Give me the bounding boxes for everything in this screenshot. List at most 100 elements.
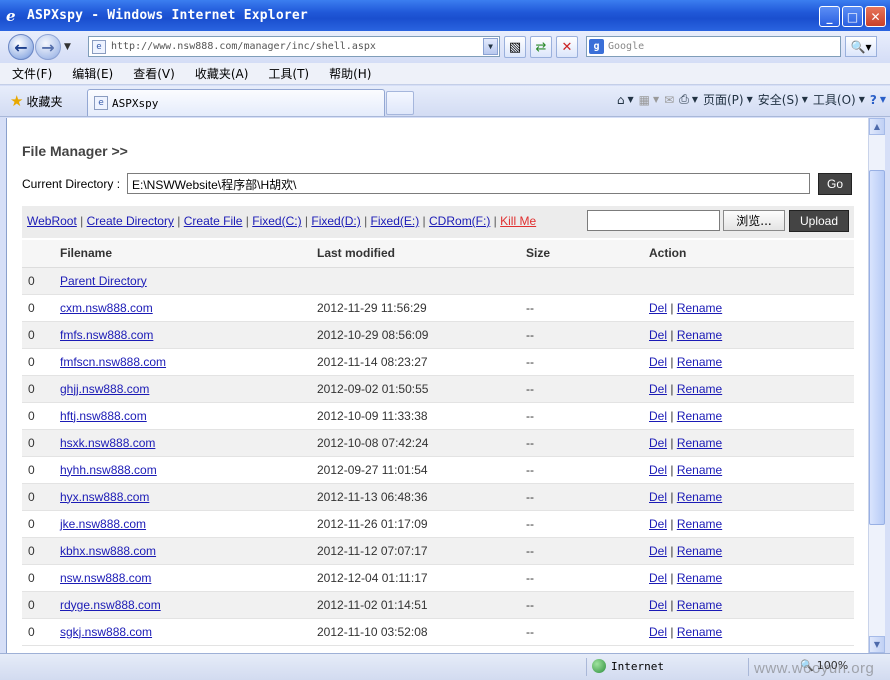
compatibility-icon[interactable]: ▧ (504, 36, 526, 58)
table-row: 0 fmfs.nsw888.com 2012-10-29 08:56:09 -- Del… (22, 321, 854, 349)
rename-link[interactable]: Rename (677, 382, 722, 396)
tab-aspxspy[interactable]: e ASPXspy (87, 89, 385, 116)
safety-menu[interactable]: 安全(S) ▼ (758, 91, 808, 108)
menu-edit[interactable]: 编辑(E) (72, 65, 113, 82)
filename-link[interactable]: hftj.nsw888.com (60, 409, 147, 423)
rename-link[interactable]: Rename (677, 598, 722, 612)
delete-link[interactable]: Del (649, 517, 667, 531)
file-table: Filename Last modified Size Action 0 Par… (22, 240, 854, 646)
page-menu[interactable]: 页面(P) ▼ (703, 91, 753, 108)
address-url[interactable]: http://www.nsw888.com/manager/inc/shell.… (111, 41, 376, 52)
filename-link[interactable]: fmfscn.nsw888.com (60, 355, 166, 369)
delete-link[interactable]: Del (649, 382, 667, 396)
filename-link[interactable]: rdyge.nsw888.com (60, 598, 161, 612)
delete-link[interactable]: Del (649, 490, 667, 504)
back-button[interactable]: ← (8, 34, 34, 60)
filename-link[interactable]: nsw.nsw888.com (60, 571, 151, 585)
delete-link[interactable]: Del (649, 355, 667, 369)
rename-link[interactable]: Rename (677, 409, 722, 423)
action-cell: Del | Rename (649, 483, 854, 511)
scroll-up-icon[interactable]: ▲ (869, 118, 885, 135)
menu-favorites[interactable]: 收藏夹(A) (195, 65, 249, 82)
filename-link[interactable]: kbhx.nsw888.com (60, 544, 156, 558)
delete-link[interactable]: Del (649, 409, 667, 423)
create-directory-link[interactable]: Create Directory (87, 214, 174, 228)
favorites-button[interactable]: ★ 收藏夹 (10, 92, 62, 110)
security-zone[interactable]: Internet (592, 659, 664, 673)
rename-link[interactable]: Rename (677, 571, 722, 585)
stop-icon[interactable]: ✕ (556, 36, 578, 58)
menu-file[interactable]: 文件(F) (12, 65, 52, 82)
scroll-down-icon[interactable]: ▼ (869, 636, 885, 653)
print-button[interactable]: ⎙ ▼ (679, 92, 698, 107)
upload-file-input[interactable] (587, 210, 720, 231)
help-button[interactable]: ? ▼ (870, 93, 886, 107)
close-button[interactable]: ✕ (865, 6, 886, 27)
filename-link[interactable]: hsxk.nsw888.com (60, 436, 155, 450)
address-dropdown-icon[interactable]: ▼ (483, 38, 498, 55)
filename-cell: ghjj.nsw888.com (60, 375, 317, 403)
forward-button[interactable]: → (35, 34, 61, 60)
action-cell: Del | Rename (649, 375, 854, 403)
size-cell: -- (526, 321, 649, 349)
vertical-scrollbar[interactable]: ▲ ▼ (868, 118, 885, 653)
rename-link[interactable]: Rename (677, 355, 722, 369)
rename-link[interactable]: Rename (677, 544, 722, 558)
page-content: File Manager >> Current Directory : E:\N… (6, 118, 868, 653)
rename-link[interactable]: Rename (677, 301, 722, 315)
menu-view[interactable]: 查看(V) (133, 65, 175, 82)
filename-cell: sgkj.nsw888.com (60, 618, 317, 646)
command-bar: ⌂ ▼ ▦ ▼ ✉ ⎙ ▼ 页面(P) ▼ 安全(S) ▼ 工具(O) ▼ ? ▼ (617, 91, 886, 108)
search-input[interactable]: g Google (586, 36, 841, 57)
rename-link[interactable]: Rename (677, 463, 722, 477)
menu-tools[interactable]: 工具(T) (268, 65, 309, 82)
rename-link[interactable]: Rename (677, 490, 722, 504)
current-directory-input[interactable]: E:\NSWWebsite\程序部\H胡欢\ (127, 173, 810, 194)
home-button[interactable]: ⌂ ▼ (617, 93, 634, 107)
menu-help[interactable]: 帮助(H) (329, 65, 371, 82)
fixed-d-link[interactable]: Fixed(D:) (311, 214, 360, 228)
maximize-button[interactable]: □ (842, 6, 863, 27)
delete-link[interactable]: Del (649, 544, 667, 558)
search-button[interactable]: 🔍▾ (845, 36, 877, 57)
filename-link[interactable]: ghjj.nsw888.com (60, 382, 149, 396)
go-button[interactable]: Go (818, 173, 852, 195)
row-number: 0 (22, 564, 60, 592)
feeds-button[interactable]: ▦ ▼ (639, 93, 660, 107)
delete-link[interactable]: Del (649, 436, 667, 450)
rename-link[interactable]: Rename (677, 328, 722, 342)
filename-link[interactable]: sgkj.nsw888.com (60, 625, 152, 639)
address-bar[interactable]: e http://www.nsw888.com/manager/inc/shel… (88, 36, 500, 57)
webroot-link[interactable]: WebRoot (27, 214, 77, 228)
scroll-thumb[interactable] (869, 170, 885, 525)
filename-link[interactable]: cxm.nsw888.com (60, 301, 153, 315)
history-dropdown-icon[interactable]: ▼ (64, 42, 71, 52)
filename-link[interactable]: jke.nsw888.com (60, 517, 146, 531)
rename-link[interactable]: Rename (677, 625, 722, 639)
minimize-button[interactable]: _ (819, 6, 840, 27)
cdrom-link[interactable]: CDRom(F:) (429, 214, 490, 228)
delete-link[interactable]: Del (649, 598, 667, 612)
refresh-icon[interactable]: ⇄ (530, 36, 552, 58)
rename-link[interactable]: Rename (677, 436, 722, 450)
filename-link[interactable]: hyhh.nsw888.com (60, 463, 157, 477)
filename-link[interactable]: hyx.nsw888.com (60, 490, 149, 504)
parent-directory-link[interactable]: Parent Directory (60, 274, 147, 288)
delete-link[interactable]: Del (649, 463, 667, 477)
delete-link[interactable]: Del (649, 301, 667, 315)
filename-link[interactable]: fmfs.nsw888.com (60, 328, 153, 342)
delete-link[interactable]: Del (649, 328, 667, 342)
new-tab-button[interactable] (386, 91, 414, 115)
fixed-e-link[interactable]: Fixed(E:) (371, 214, 420, 228)
tools-menu[interactable]: 工具(O) ▼ (813, 91, 865, 108)
fixed-c-link[interactable]: Fixed(C:) (252, 214, 301, 228)
kill-me-link[interactable]: Kill Me (500, 214, 536, 228)
delete-link[interactable]: Del (649, 625, 667, 639)
create-file-link[interactable]: Create File (184, 214, 243, 228)
size-cell: -- (526, 456, 649, 484)
delete-link[interactable]: Del (649, 571, 667, 585)
upload-button[interactable]: Upload (789, 210, 849, 232)
mail-icon[interactable]: ✉ (664, 93, 674, 107)
browse-button[interactable]: 浏览... (723, 210, 785, 231)
rename-link[interactable]: Rename (677, 517, 722, 531)
